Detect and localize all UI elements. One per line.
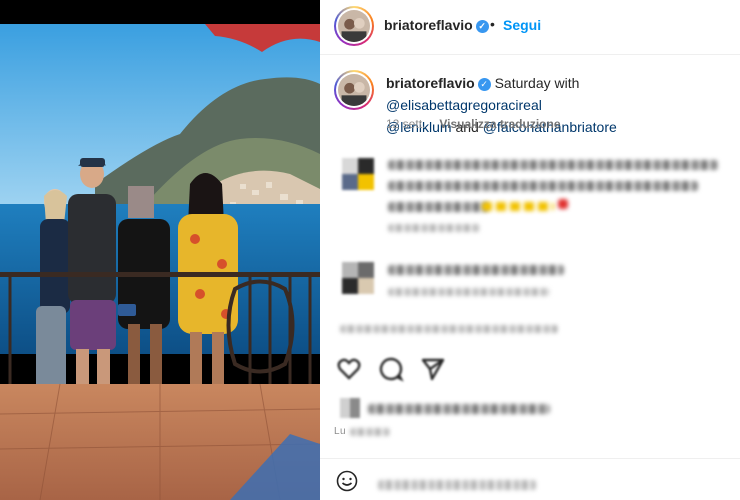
post-date-text: Lu	[334, 426, 347, 437]
comment-meta-blurred	[388, 224, 480, 232]
comment-text-blurred	[388, 181, 698, 191]
post-date-partial: Lu	[334, 426, 346, 437]
emoji-icon[interactable]	[336, 470, 358, 492]
translate-button[interactable]: Visualizza traduzione	[439, 117, 560, 131]
footer-divider	[320, 458, 740, 459]
caption-username[interactable]: briatoreflavio	[386, 75, 475, 91]
follow-button[interactable]: Segui	[503, 17, 541, 33]
heart-icon[interactable]	[336, 356, 362, 382]
comment-icon[interactable]	[378, 356, 404, 382]
comment-avatar[interactable]	[342, 158, 374, 190]
comment-text-blurred	[388, 202, 488, 212]
caption-text: Saturday with	[490, 75, 580, 91]
header-username[interactable]: briatoreflavio ✓	[384, 17, 489, 33]
verified-badge-icon: ✓	[477, 78, 491, 91]
comment-emoji-blurred	[558, 199, 568, 209]
header-username-text[interactable]: briatoreflavio	[384, 17, 473, 33]
comment-avatar[interactable]	[342, 262, 374, 294]
post-side-panel: briatoreflavio ✓ • Segui briatoreflavio ✓ …	[320, 0, 740, 500]
separator-dot: •	[490, 16, 495, 32]
post-date-blurred	[350, 428, 390, 436]
caption-avatar[interactable]	[334, 70, 374, 110]
view-replies-blurred[interactable]	[340, 325, 558, 333]
share-icon[interactable]	[420, 356, 446, 382]
instagram-post-view: briatoreflavio ✓ • Segui briatoreflavio ✓ …	[0, 0, 740, 500]
post-photo[interactable]	[0, 24, 320, 500]
photo-pane	[0, 0, 320, 500]
comment-emoji-blurred	[482, 202, 554, 211]
verified-badge-icon: ✓	[475, 20, 489, 33]
comment-meta-blurred	[388, 288, 550, 296]
author-avatar[interactable]	[334, 6, 374, 46]
mention-link[interactable]: @elisabettagregoracireal	[386, 97, 542, 113]
caption-meta: 12 sett. Visualizza traduzione	[386, 117, 561, 131]
comment-text-blurred	[388, 160, 718, 170]
header-divider	[320, 54, 740, 55]
post-timestamp[interactable]: 12 sett.	[386, 117, 425, 131]
likes-text-blurred[interactable]	[368, 404, 550, 414]
add-comment-input-blurred[interactable]	[378, 480, 536, 490]
liked-by-avatar[interactable]	[340, 398, 360, 418]
comment-text-blurred	[388, 265, 564, 275]
